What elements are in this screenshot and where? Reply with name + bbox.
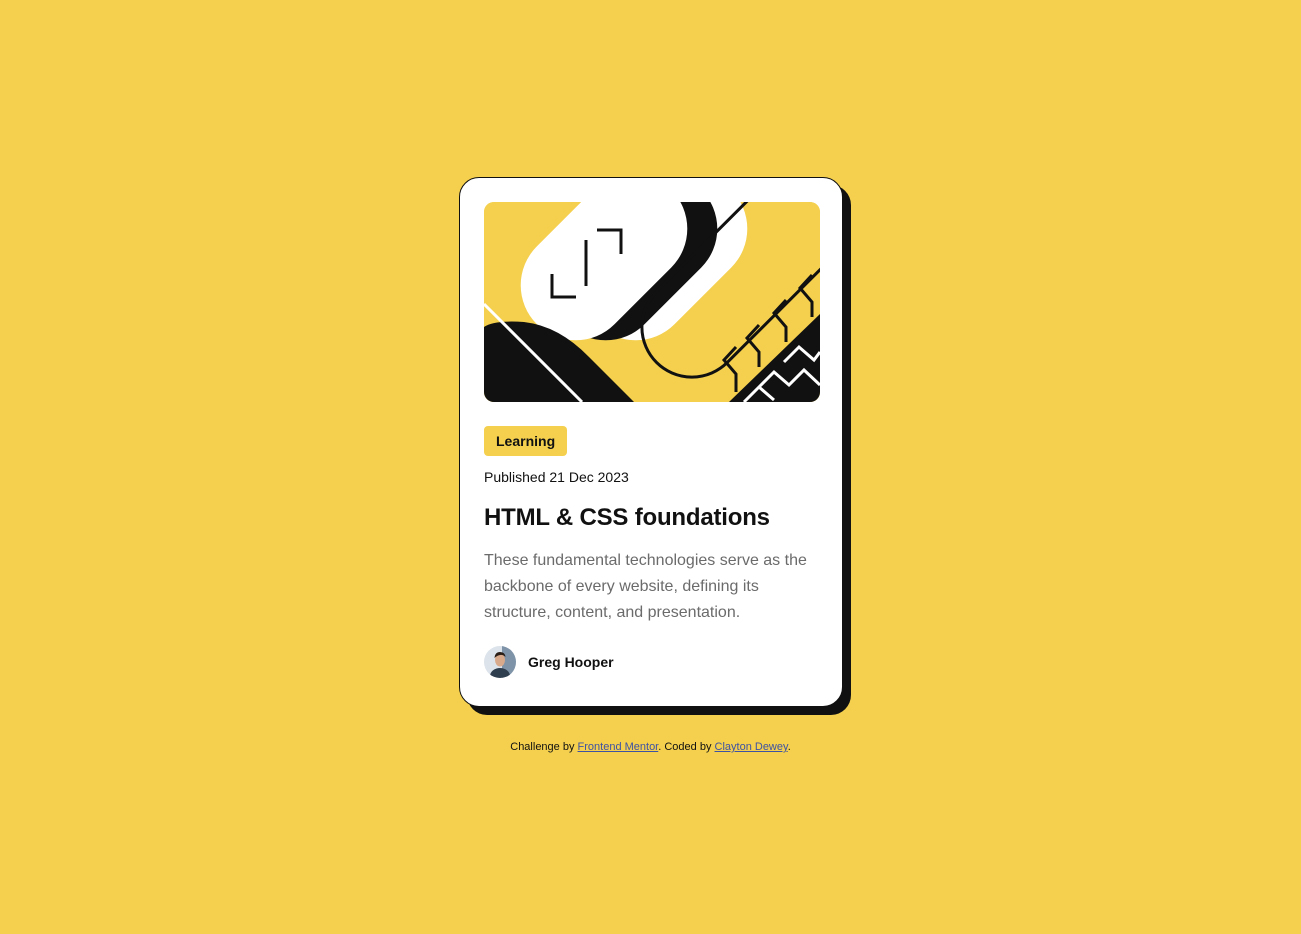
attribution-suffix: . bbox=[787, 741, 791, 753]
frontend-mentor-link[interactable]: Frontend Mentor bbox=[578, 741, 659, 753]
author-name: Greg Hooper bbox=[528, 654, 614, 670]
blog-preview-card: Learning Published 21 Dec 2023 HTML & CS… bbox=[459, 177, 843, 707]
attribution-challenge-text: Challenge by bbox=[510, 741, 575, 753]
article-description: These fundamental technologies serve as … bbox=[484, 552, 807, 621]
article-title[interactable]: HTML & CSS foundations bbox=[484, 502, 818, 534]
published-date: Published 21 Dec 2023 bbox=[484, 469, 629, 485]
attribution-coded-text: . Coded by bbox=[658, 741, 712, 753]
author-link[interactable]: Clayton Dewey bbox=[715, 741, 788, 753]
attribution: Challenge by Frontend Mentor. Coded by C… bbox=[0, 740, 1301, 754]
illustration-article-image bbox=[484, 202, 820, 402]
author-info: Greg Hooper bbox=[484, 646, 818, 678]
avatar bbox=[484, 646, 516, 678]
category-tag: Learning bbox=[484, 426, 568, 456]
